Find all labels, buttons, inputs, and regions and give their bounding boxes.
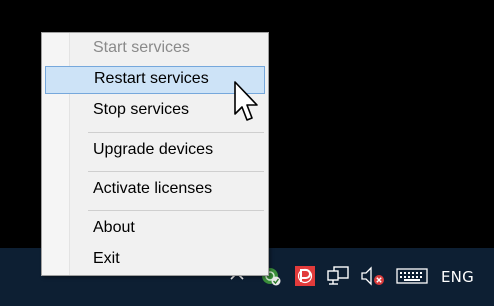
menu-separator xyxy=(88,132,264,133)
menu-item-label: Start services xyxy=(93,39,190,56)
menu-item-activate-licenses[interactable]: Activate licenses xyxy=(45,176,265,204)
menu-item-label: Activate licenses xyxy=(93,180,213,197)
tray-context-menu: Start services Restart services Stop ser… xyxy=(41,32,269,276)
menu-item-upgrade-devices[interactable]: Upgrade devices xyxy=(45,137,265,165)
menu-item-exit[interactable]: Exit xyxy=(45,246,265,274)
network-icon[interactable] xyxy=(326,265,350,287)
menu-separator xyxy=(88,171,264,172)
menu-item-label: Stop services xyxy=(93,101,190,118)
volume-muted-icon[interactable] xyxy=(360,265,386,287)
menu-item-label: Restart services xyxy=(94,70,209,87)
keyboard-icon[interactable] xyxy=(396,265,428,287)
red-app-icon[interactable] xyxy=(294,265,316,287)
menu-item-start-services: Start services xyxy=(45,35,265,63)
mouse-pointer-icon xyxy=(234,81,258,121)
menu-item-label: Exit xyxy=(93,250,120,267)
menu-item-about[interactable]: About xyxy=(45,215,265,243)
menu-item-label: Upgrade devices xyxy=(93,141,214,158)
menu-separator xyxy=(88,210,264,211)
language-indicator[interactable]: ENG xyxy=(441,268,474,286)
menu-item-label: About xyxy=(93,219,135,236)
